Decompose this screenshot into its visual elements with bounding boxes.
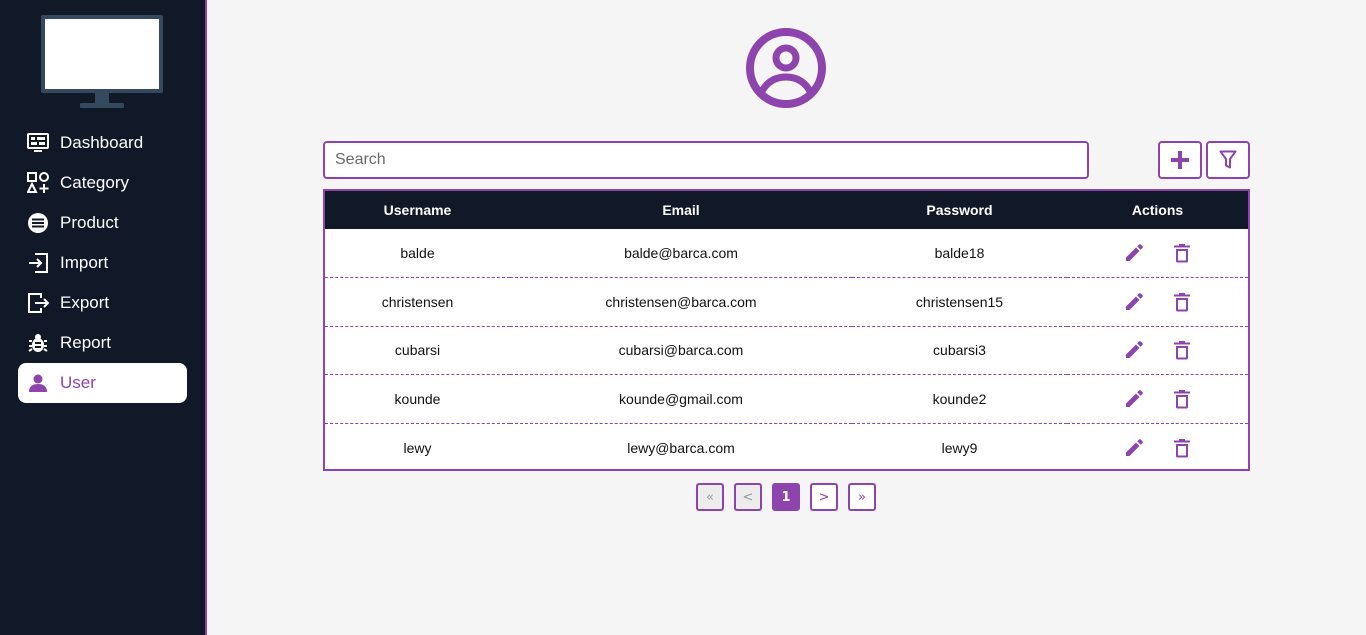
trash-icon[interactable] <box>1171 339 1193 361</box>
sidebar-item-label: User <box>60 373 96 392</box>
table-row: cubarsi cubarsi@barca.com cubarsi3 <box>325 325 1248 375</box>
column-header-actions: Actions <box>1131 202 1184 218</box>
sidebar-item-report[interactable]: Report <box>18 323 187 363</box>
sidebar-nav: Dashboard Category Product Import Export <box>18 123 187 403</box>
trash-icon[interactable] <box>1171 437 1193 459</box>
column-header-email[interactable]: Email <box>510 191 852 229</box>
next-page-button[interactable]: > <box>810 483 838 511</box>
table-row: kounde kounde@gmail.com kounde2 <box>325 374 1248 424</box>
row-actions <box>1067 291 1248 313</box>
user-circle-icon <box>746 28 826 108</box>
cell-username: cubarsi <box>325 325 510 375</box>
sidebar-item-label: Dashboard <box>60 133 144 152</box>
sidebar-item-label: Product <box>60 213 119 232</box>
sidebar-item-export[interactable]: Export <box>18 283 187 323</box>
pagination: « < 1 > » <box>696 483 876 511</box>
plus-icon <box>1171 151 1189 169</box>
page-1-button[interactable]: 1 <box>772 483 800 511</box>
sidebar-item-dashboard[interactable]: Dashboard <box>18 123 187 163</box>
import-icon <box>26 251 50 275</box>
cell-username: kounde <box>325 374 510 424</box>
edit-icon[interactable] <box>1123 388 1145 410</box>
edit-icon[interactable] <box>1123 242 1145 264</box>
cell-username: christensen <box>325 277 510 327</box>
first-page-button[interactable]: « <box>696 483 724 511</box>
row-actions <box>1067 339 1248 361</box>
cell-password: christensen15 <box>852 277 1067 327</box>
cell-email: kounde@gmail.com <box>510 374 852 424</box>
export-icon <box>26 291 50 315</box>
last-page-button[interactable]: » <box>848 483 876 511</box>
sidebar-item-label: Report <box>60 333 112 352</box>
cell-password: kounde2 <box>852 374 1067 424</box>
cell-email: cubarsi@barca.com <box>510 325 852 375</box>
filter-icon <box>1219 150 1237 169</box>
trash-icon[interactable] <box>1171 291 1193 313</box>
cell-password: lewy9 <box>852 422 1067 472</box>
table-header-row: Username Email Password Actions <box>325 191 1248 229</box>
row-actions <box>1067 388 1248 410</box>
add-user-button[interactable] <box>1158 141 1202 179</box>
sidebar-item-product[interactable]: Product <box>18 203 187 243</box>
sidebar-item-label: Import <box>60 253 109 272</box>
column-header-username[interactable]: Username <box>325 191 510 229</box>
search-input[interactable] <box>323 141 1089 179</box>
column-header-password[interactable]: Password <box>852 191 1067 229</box>
sidebar-item-category[interactable]: Category <box>18 163 187 203</box>
user-icon <box>26 371 50 395</box>
filter-button[interactable] <box>1206 141 1250 179</box>
table-row: balde balde@barca.com balde18 <box>325 229 1248 278</box>
sidebar: Dashboard Category Product Import Export <box>0 0 207 635</box>
sidebar-item-user[interactable]: User <box>18 363 187 403</box>
trash-icon[interactable] <box>1171 388 1193 410</box>
cell-username: balde <box>400 245 435 262</box>
monitor-icon <box>41 15 163 108</box>
dashboard-icon <box>26 131 50 155</box>
sidebar-item-label: Export <box>60 293 110 312</box>
cell-password: cubarsi3 <box>852 325 1067 375</box>
edit-icon[interactable] <box>1123 339 1145 361</box>
row-actions <box>1067 242 1248 264</box>
users-table: Username Email Password Actions balde ba… <box>323 189 1250 472</box>
table-row: lewy lewy@barca.com lewy9 <box>325 422 1248 472</box>
bug-icon <box>26 331 50 355</box>
cell-email: christensen@barca.com <box>510 277 852 327</box>
category-icon <box>26 171 50 195</box>
edit-icon[interactable] <box>1123 437 1145 459</box>
sidebar-item-label: Category <box>60 173 129 192</box>
cell-email: balde@barca.com <box>624 245 738 262</box>
cell-username: lewy <box>325 422 510 472</box>
prev-page-button[interactable]: < <box>734 483 762 511</box>
edit-icon[interactable] <box>1123 291 1145 313</box>
trash-icon[interactable] <box>1171 242 1193 264</box>
product-icon <box>26 211 50 235</box>
cell-password: balde18 <box>934 245 985 262</box>
row-actions <box>1067 437 1248 459</box>
cell-email: lewy@barca.com <box>510 422 852 472</box>
sidebar-item-import[interactable]: Import <box>18 243 187 283</box>
table-row: christensen christensen@barca.com christ… <box>325 277 1248 327</box>
